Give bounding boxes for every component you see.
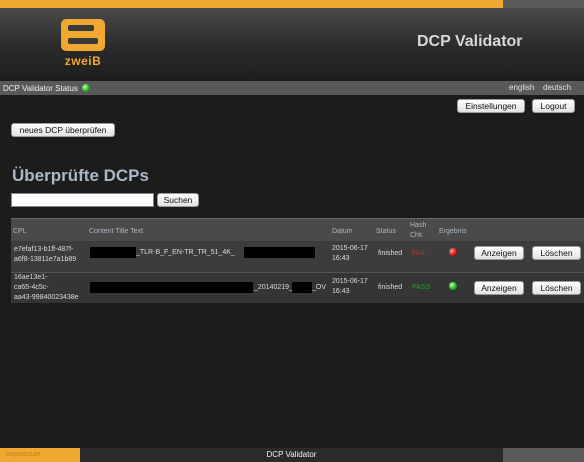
footer-left-link[interactable]: Impressum	[6, 451, 41, 458]
fail-indicator-icon	[449, 248, 457, 256]
column-hash-line2: Chk	[410, 232, 423, 239]
page-title: Überprüfte DCPs	[12, 166, 149, 185]
footer-title: DCP Validator	[266, 450, 317, 459]
top-accent-strip	[0, 0, 584, 8]
content-title-suffix: _OV	[312, 284, 327, 291]
table-row: 16ae13e1- ca65-4c5c- aa43-99840023438e _…	[11, 272, 584, 303]
table-row: e7efaf13-b1ff-487f- a6f8-13811e7a1b89 _T…	[11, 241, 584, 272]
validator-status-label: DCP Validator Status	[3, 84, 78, 93]
redacted-block	[90, 282, 253, 293]
content-title-part: _20140219_	[254, 284, 293, 291]
footer-bar: Impressum DCP Validator	[0, 448, 584, 462]
settings-button[interactable]: Einstellungen	[457, 99, 525, 113]
delete-button[interactable]: Löschen	[532, 281, 581, 295]
status-cell: finished	[378, 284, 403, 291]
zweib-logo-icon	[61, 19, 105, 51]
column-cpl: CPL	[13, 228, 27, 235]
check-new-dcp-button[interactable]: neues DCP überprüfen	[11, 123, 115, 137]
logout-button[interactable]: Logout	[532, 99, 575, 113]
redacted-block	[292, 282, 312, 293]
language-english-link[interactable]: english	[509, 83, 534, 92]
column-title: Content Title Text	[89, 228, 143, 235]
date-cell: 2015-06-17 16:43	[332, 278, 368, 295]
column-hash-line1: Hash	[410, 222, 427, 229]
delete-button[interactable]: Löschen	[532, 246, 581, 260]
status-indicator-icon	[82, 84, 90, 92]
hash-check-cell: FAIL	[412, 250, 427, 257]
language-deutsch-link[interactable]: deutsch	[543, 83, 571, 92]
app-title: DCP Validator	[417, 33, 523, 50]
view-button[interactable]: Anzeigen	[474, 281, 524, 295]
column-date: Datum	[332, 228, 353, 235]
status-bar: DCP Validator Status english deutsch	[0, 81, 584, 95]
redacted-block	[90, 247, 136, 258]
view-button[interactable]: Anzeigen	[474, 246, 524, 260]
search-input[interactable]	[11, 193, 154, 207]
status-cell: finished	[378, 250, 403, 257]
cpl-id: 16ae13e1- ca65-4c5c- aa43-99840023438e	[14, 274, 79, 301]
column-status: Status	[376, 228, 396, 235]
app-header: zweiB DCP Validator	[0, 8, 584, 81]
dcp-table: CPL Content Title Text Datum Status Hash…	[11, 218, 584, 303]
column-result: Ergebnis	[439, 228, 467, 235]
logo-text: zweiB	[64, 54, 102, 68]
search-button[interactable]: Suchen	[157, 193, 199, 207]
redacted-block	[244, 247, 315, 258]
pass-indicator-icon	[449, 282, 457, 290]
hash-check-cell: PASS	[412, 284, 431, 291]
table-header: CPL Content Title Text Datum Status Hash…	[11, 218, 584, 241]
date-cell: 2015-06-17 16:43	[332, 245, 368, 262]
content-title: _TLR-B_F_EN-TR_TR_51_4K_	[136, 249, 235, 256]
cpl-id: e7efaf13-b1ff-487f- a6f8-13811e7a1b89	[14, 246, 77, 263]
